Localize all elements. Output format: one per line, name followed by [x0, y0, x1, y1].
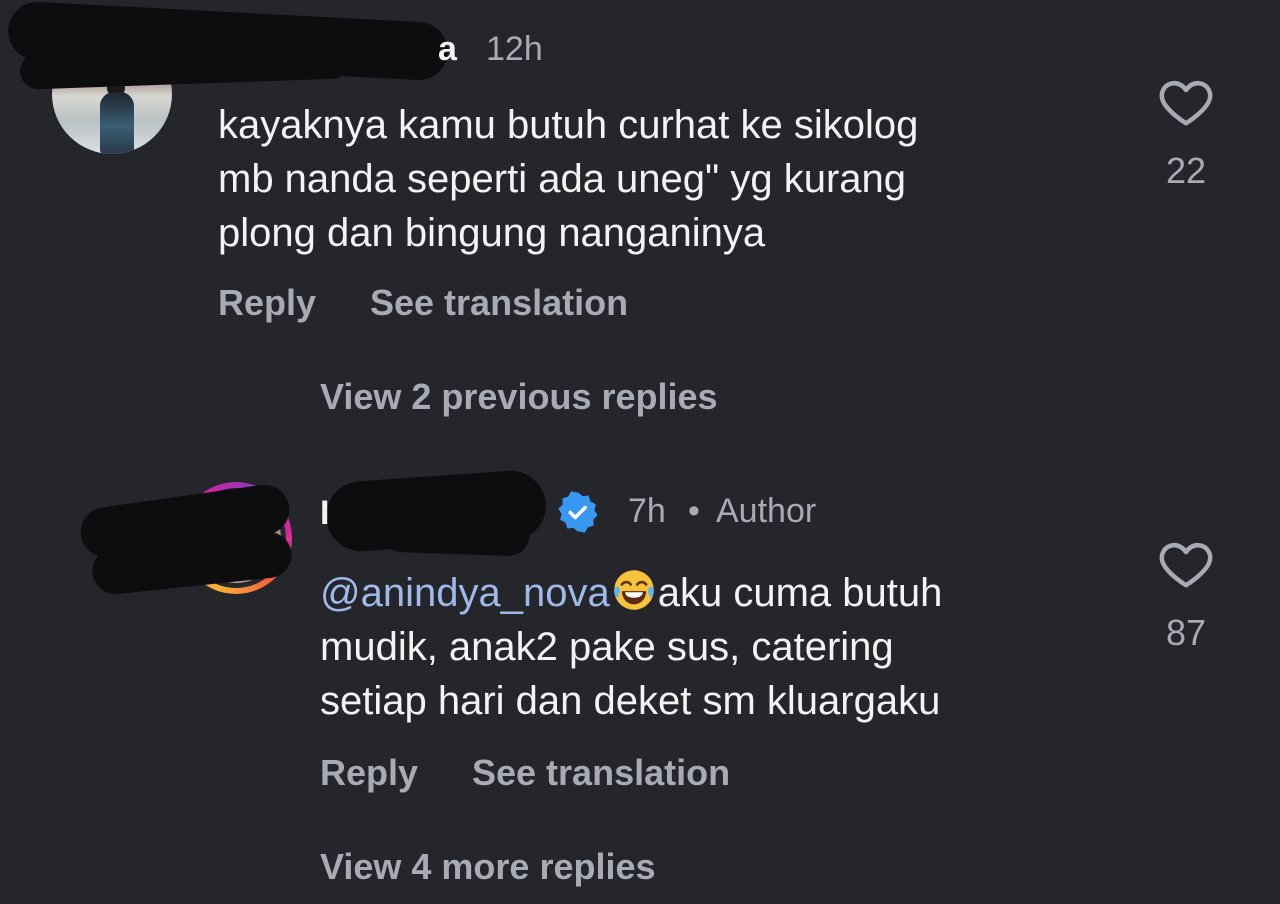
see-translation-button[interactable]: See translation — [370, 282, 628, 324]
author-badge: Author — [716, 492, 817, 530]
redaction-mark — [90, 529, 294, 597]
see-translation-button[interactable]: See translation — [472, 752, 730, 794]
comment-text: kayaknya kamu butuh curhat ke sikolog mb… — [218, 103, 919, 255]
meta-separator: • — [688, 492, 700, 530]
comment-text-body: aku cuma butuh mudik, anak2 pake sus, ca… — [320, 571, 943, 723]
redaction-mark — [323, 468, 549, 554]
username[interactable]: a — [438, 30, 457, 69]
avatar — [191, 493, 281, 583]
like-count: 22 — [1165, 150, 1207, 191]
heart-outline-icon[interactable] — [1156, 534, 1216, 594]
reply-button[interactable]: Reply — [320, 752, 418, 794]
redaction-mark — [77, 481, 293, 561]
comment-time: 7h — [628, 492, 666, 530]
avatar-ring-gap — [186, 488, 286, 588]
redaction-mark — [379, 507, 531, 557]
view-more-replies-button[interactable]: View 4 more replies — [320, 846, 656, 888]
verified-badge-icon — [558, 491, 598, 533]
avatar-figure — [100, 92, 134, 154]
comment-text: @anindya_nova aku cuma butuh mudik, anak… — [320, 566, 1100, 728]
username[interactable]: I — [320, 494, 329, 533]
comment-time: 12h — [486, 30, 543, 68]
reply-button[interactable]: Reply — [218, 282, 316, 324]
comment-1: a 12h kayaknya kamu butuh curhat ke siko… — [0, 0, 1280, 340]
heart-outline-icon[interactable] — [1156, 72, 1216, 132]
avatar-story-ring[interactable] — [180, 482, 292, 594]
like-count: 87 — [1165, 612, 1207, 653]
joy-emoji-icon — [613, 570, 654, 610]
mention-link[interactable]: @anindya_nova — [320, 571, 610, 615]
view-previous-replies-button[interactable]: View 2 previous replies — [320, 376, 718, 418]
